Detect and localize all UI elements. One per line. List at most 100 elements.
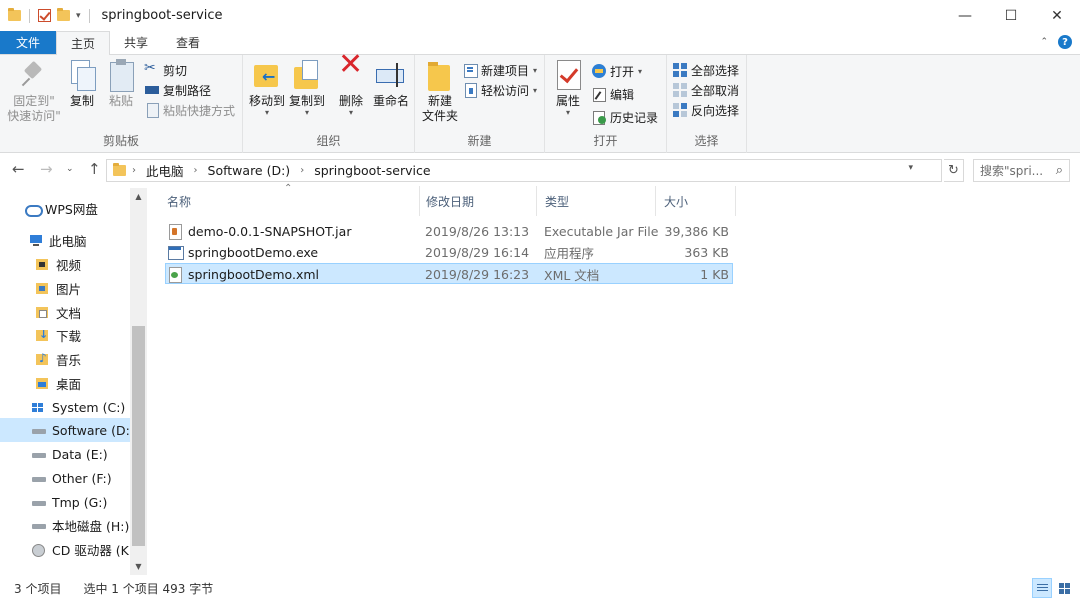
chevron-down-icon: ▾ [638,66,643,76]
scroll-down-icon[interactable]: ▼ [130,558,147,575]
forward-arrow-icon[interactable]: → [40,160,53,178]
select-all-button[interactable]: 全部选择 [673,60,739,80]
copy-button[interactable]: 复制 [66,59,98,109]
new-item-button[interactable]: 新建项目 ▾ [463,60,537,80]
edit-button[interactable]: 编辑 [592,84,634,104]
new-folder-icon[interactable] [57,8,70,21]
refresh-button[interactable]: ↻ [944,159,964,182]
music-folder-icon [36,351,50,365]
navigation-pane: WPS网盘 此电脑 视频 图片 文档 下载 音乐 桌面 System (C:) … [0,188,147,575]
nav-item-documents[interactable]: 文档 [0,300,130,324]
nav-item-label: 音乐 [56,352,82,368]
nav-item-desktop[interactable]: 桌面 [0,371,130,395]
tab-view[interactable]: 查看 [162,31,214,54]
easy-access-button[interactable]: 轻松访问 ▾ [463,80,537,100]
tab-home[interactable]: 主页 [56,31,111,55]
rename-button[interactable]: 重命名 [371,59,411,109]
nav-item-drive-d[interactable]: Software (D:) [0,418,135,442]
breadcrumb-folder[interactable]: springboot-service [310,163,434,178]
open-group: 属性 ▾ 打开 ▾ 编辑 历史记录 打开 [545,55,667,153]
file-row[interactable]: demo-0.0.1-SNAPSHOT.jar 2019/8/26 13:13 … [165,221,733,242]
select-all-icon [673,63,687,77]
cut-button[interactable]: 剪切 [144,60,187,80]
chevron-right-icon[interactable]: › [126,165,142,176]
chevron-right-icon[interactable]: › [188,165,204,176]
nav-item-drive-c[interactable]: System (C:) [0,395,130,419]
easy-access-icon [463,83,477,98]
close-button[interactable]: ✕ [1034,0,1080,31]
address-bar[interactable]: › 此电脑 › Software (D:) › springboot-servi… [106,159,942,182]
tab-share[interactable]: 共享 [110,31,162,54]
rename-icon [376,59,406,91]
file-row[interactable]: springbootDemo.exe 2019/8/29 16:14 应用程序 … [165,242,733,263]
file-row-selected[interactable]: springbootDemo.xml 2019/8/29 16:23 XML 文… [165,263,733,284]
details-view-icon[interactable] [1032,578,1052,598]
navigation-scrollbar[interactable]: ▲ ▼ [130,188,147,575]
large-icons-view-icon[interactable] [1054,578,1074,598]
delete-label: 删除 [338,94,363,108]
group-label-clipboard: 剪贴板 [102,134,139,148]
delete-button[interactable]: 删除 ▾ [335,57,367,117]
select-none-icon [673,83,687,97]
nav-item-drive-f[interactable]: Other (F:) [0,466,130,490]
scrollbar-thumb[interactable] [132,326,145,546]
folder-icon[interactable] [8,8,21,21]
nav-item-music[interactable]: 音乐 [0,347,130,371]
properties-check-icon[interactable] [38,9,51,22]
file-date: 2019/8/29 16:14 [425,245,530,260]
chevron-up-icon[interactable]: ⌃ [1040,37,1048,47]
edit-icon [592,87,606,102]
nav-item-wps-cloud[interactable]: WPS网盘 [0,196,130,220]
drive-icon [32,496,46,508]
file-name: demo-0.0.1-SNAPSHOT.jar [188,224,352,239]
nav-item-cd-drive-k[interactable]: CD 驱动器 (K:) [0,537,138,561]
scroll-up-icon[interactable]: ▲ [130,188,147,205]
copy-to-button[interactable]: 复制到 ▾ [287,59,327,117]
move-to-label: 移动到 [248,94,285,108]
computer-icon [29,234,43,246]
nav-item-pictures[interactable]: 图片 [0,276,130,300]
copy-path-button[interactable]: 复制路径 [145,80,211,100]
help-icon[interactable]: ? [1058,35,1072,49]
back-arrow-icon[interactable]: ← [12,160,25,178]
select-none-button[interactable]: 全部取消 [673,80,739,100]
nav-item-drive-h[interactable]: 本地磁盘 (H:) [0,513,130,537]
chevron-down-icon: ▾ [264,108,269,117]
up-arrow-icon[interactable]: ↑ [88,160,101,178]
column-header-type[interactable]: 类型 [537,186,656,216]
column-header-date[interactable]: 修改日期 [418,186,537,216]
paste-button[interactable]: 粘贴 [104,59,138,109]
nav-item-this-pc[interactable]: 此电脑 [0,228,130,252]
nav-item-label: 此电脑 [49,233,87,249]
new-item-icon [463,63,478,78]
paste-shortcut-button[interactable]: 粘贴快捷方式 [145,100,235,120]
column-header-size[interactable]: 大小 [656,186,736,216]
move-to-button[interactable]: 移动到 ▾ [247,59,287,117]
minimize-button[interactable]: — [942,0,988,31]
customize-dropdown-icon[interactable]: ▾ [76,11,81,21]
recent-locations-chevron-icon[interactable]: ⌄ [66,164,74,174]
invert-selection-button[interactable]: 反向选择 [673,100,739,120]
pin-to-quick-access-button[interactable]: 固定到" 快速访问" [6,59,62,124]
file-date: 2019/8/26 13:13 [425,224,530,239]
nav-item-drive-e[interactable]: Data (E:) [0,442,130,466]
new-folder-button[interactable]: 新建 文件夹 [420,59,460,124]
breadcrumb-drive[interactable]: Software (D:) [204,163,295,178]
breadcrumb-this-pc[interactable]: 此电脑 [142,161,188,180]
history-button[interactable]: 历史记录 [592,107,658,127]
maximize-button[interactable]: ☐ [988,0,1034,31]
search-input[interactable]: 搜索"spri... ⌕ [973,159,1070,182]
nav-item-downloads[interactable]: 下载 [0,323,130,347]
properties-button[interactable]: 属性 ▾ [551,59,585,117]
nav-item-videos[interactable]: 视频 [0,252,130,276]
sort-ascending-icon: ⌃ [284,183,293,194]
exe-file-icon [168,245,184,260]
nav-item-drive-g[interactable]: Tmp (G:) [0,490,130,514]
chevron-right-icon[interactable]: › [294,165,310,176]
address-dropdown-icon[interactable]: ▾ [908,163,913,173]
chevron-down-icon: ▾ [533,65,538,75]
tab-file[interactable]: 文件 [0,31,56,54]
jar-file-icon [168,224,182,240]
open-button[interactable]: 打开 ▾ [592,61,642,81]
selection-info: 选中 1 个项目 493 字节 [83,581,214,596]
